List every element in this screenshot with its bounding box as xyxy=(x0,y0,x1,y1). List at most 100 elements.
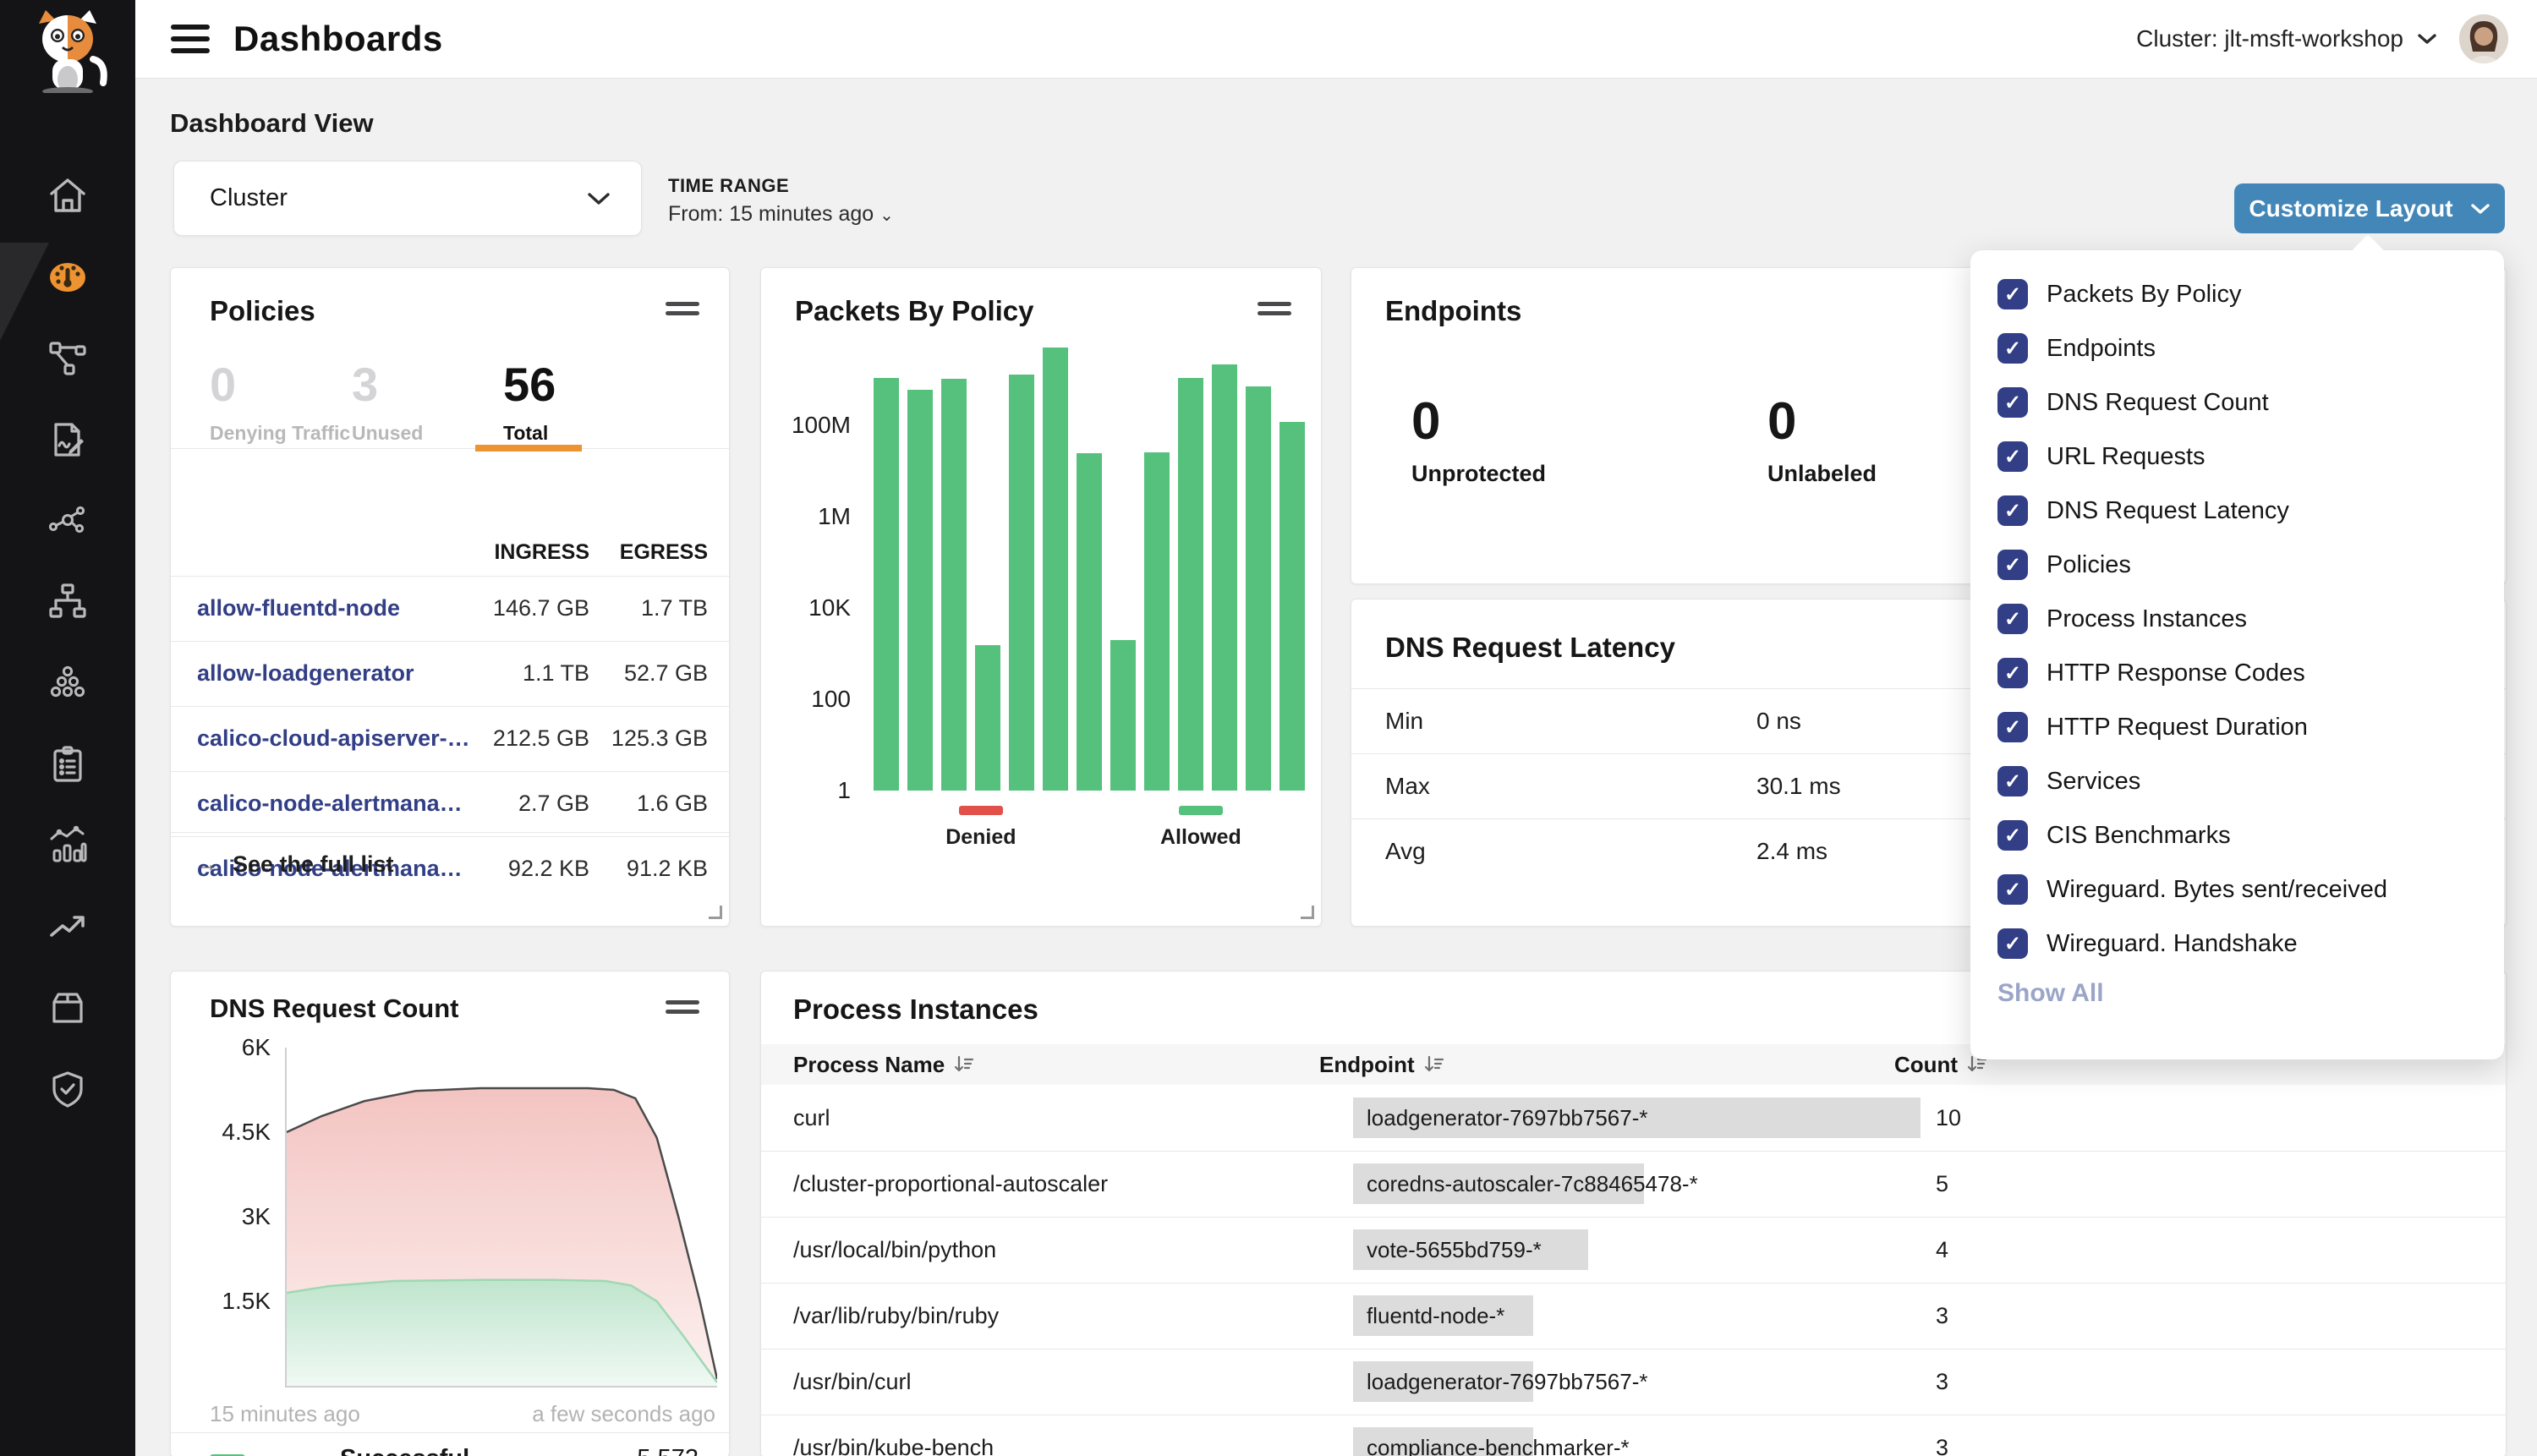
policies-stats: 0Denying Traffic3Unused 56Total xyxy=(171,359,729,540)
bar[interactable] xyxy=(1043,348,1068,791)
dropdown-item-label: HTTP Response Codes xyxy=(2047,660,2305,687)
checkbox-checked-icon[interactable]: ✓ xyxy=(1997,441,2028,472)
dropdown-item[interactable]: ✓ DNS Request Latency xyxy=(1970,484,2504,538)
dropdown-item[interactable]: ✓ Wireguard. Handshake xyxy=(1970,917,2504,971)
dropdown-item[interactable]: ✓ Packets By Policy xyxy=(1970,267,2504,321)
policies-stat[interactable]: 56Total xyxy=(503,359,556,445)
endpoints-cluster-icon xyxy=(47,663,88,703)
dropdown-item[interactable]: ✓ Endpoints xyxy=(1970,321,2504,375)
menu-toggle-button[interactable] xyxy=(171,25,210,53)
sidebar-item-trends[interactable] xyxy=(0,886,135,967)
user-avatar[interactable] xyxy=(2459,14,2508,63)
dropdown-item[interactable]: ✓ HTTP Response Codes xyxy=(1970,646,2504,700)
checkbox-checked-icon[interactable]: ✓ xyxy=(1997,766,2028,796)
dropdown-item[interactable]: ✓ Policies xyxy=(1970,538,2504,592)
y-axis-tick: 6K xyxy=(242,1036,271,1059)
sidebar-item-policies[interactable] xyxy=(0,399,135,480)
checkbox-checked-icon[interactable]: ✓ xyxy=(1997,333,2028,364)
dashboards-gauge-icon xyxy=(47,257,88,298)
policies-card-title: Policies xyxy=(210,295,315,327)
checkbox-checked-icon[interactable]: ✓ xyxy=(1997,279,2028,309)
customize-layout-button[interactable]: Customize Layout xyxy=(2234,183,2505,233)
top-bar: Dashboards Cluster: jlt-msft-workshop xyxy=(135,0,2537,79)
bar[interactable] xyxy=(874,378,899,791)
policies-stat[interactable]: 3Unused xyxy=(352,359,423,445)
dropdown-item[interactable]: ✓ Services xyxy=(1970,754,2504,808)
bar[interactable] xyxy=(975,645,1000,791)
policy-name-link[interactable]: calico-node-alertmana… xyxy=(197,791,463,817)
calico-cat-logo xyxy=(19,8,117,93)
bar[interactable] xyxy=(1077,453,1102,791)
legend-label: Denied xyxy=(945,825,1016,850)
bar[interactable] xyxy=(907,390,933,791)
card-drag-handle-icon[interactable] xyxy=(666,1000,699,1014)
checkbox-checked-icon[interactable]: ✓ xyxy=(1997,550,2028,580)
y-axis-tick: 4.5K xyxy=(222,1120,271,1144)
dropdown-item-label: HTTP Request Duration xyxy=(2047,714,2308,742)
sidebar-item-network-sets[interactable] xyxy=(0,561,135,643)
card-drag-handle-icon[interactable] xyxy=(1258,302,1291,315)
policy-name-link[interactable]: allow-fluentd-node xyxy=(197,595,400,621)
cluster-selector[interactable]: Cluster: jlt-msft-workshop xyxy=(2136,25,2437,52)
bar[interactable] xyxy=(1279,422,1305,791)
sidebar-item-dashboards[interactable] xyxy=(0,237,135,318)
dropdown-item[interactable]: ✓ DNS Request Count xyxy=(1970,375,2504,430)
sort-icon xyxy=(953,1054,975,1076)
sidebar-item-home[interactable] xyxy=(0,156,135,237)
card-resize-handle[interactable] xyxy=(709,906,722,919)
time-range-value[interactable]: From: 15 minutes ago ⌄ xyxy=(668,202,894,227)
sidebar-item-packages[interactable] xyxy=(0,967,135,1048)
sidebar-item-service-graph[interactable] xyxy=(0,480,135,561)
checkbox-checked-icon[interactable]: ✓ xyxy=(1997,874,2028,905)
sidebar-nav xyxy=(0,0,135,1456)
policy-ingress-value: 212.5 GB xyxy=(493,725,589,752)
bar[interactable] xyxy=(1144,452,1170,791)
card-resize-handle[interactable] xyxy=(1301,906,1314,919)
policy-name-link[interactable]: calico-cloud-apiserver-… xyxy=(197,725,470,752)
checkbox-checked-icon[interactable]: ✓ xyxy=(1997,928,2028,959)
dropdown-item[interactable]: ✓ Wireguard. Bytes sent/received xyxy=(1970,862,2504,917)
dashboard-view-select[interactable]: Cluster xyxy=(173,161,642,236)
chevron-down-icon xyxy=(587,192,611,205)
sidebar-item-security[interactable] xyxy=(0,1048,135,1130)
see-full-list-link[interactable]: →See the full list xyxy=(197,851,394,878)
dropdown-item[interactable]: ✓ Process Instances xyxy=(1970,592,2504,646)
dropdown-item[interactable]: ✓ CIS Benchmarks xyxy=(1970,808,2504,862)
customize-layout-dropdown: ✓ Packets By Policy ✓ Endpoints ✓ DNS Re… xyxy=(1970,250,2504,1059)
endpoint-column-header[interactable]: Endpoint xyxy=(1319,1052,1894,1078)
checkbox-checked-icon[interactable]: ✓ xyxy=(1997,387,2028,418)
dns-count-y-axis: 6K4.5K3K1.5K xyxy=(205,972,271,1456)
dropdown-item-label: CIS Benchmarks xyxy=(2047,822,2231,850)
policies-footer: →See the full list xyxy=(171,832,729,898)
endpoint-chip: compliance-benchmarker-* xyxy=(1353,1427,1533,1456)
checkbox-checked-icon[interactable]: ✓ xyxy=(1997,604,2028,634)
checkbox-checked-icon[interactable]: ✓ xyxy=(1997,658,2028,688)
checkbox-checked-icon[interactable]: ✓ xyxy=(1997,495,2028,526)
sidebar-item-network-flow[interactable] xyxy=(0,318,135,399)
dropdown-item[interactable]: ✓ HTTP Request Duration xyxy=(1970,700,2504,754)
show-all-link[interactable]: Show All xyxy=(1997,979,2104,1008)
bar[interactable] xyxy=(1178,378,1203,791)
arrow-right-icon: → xyxy=(197,853,217,877)
bar[interactable] xyxy=(1009,375,1034,791)
bar[interactable] xyxy=(1212,364,1237,791)
process-name-column-header[interactable]: Process Name xyxy=(793,1052,1319,1078)
ingress-column-header: INGRESS xyxy=(494,540,589,576)
y-axis-tick: 10K xyxy=(808,596,851,620)
card-drag-handle-icon[interactable] xyxy=(666,302,699,315)
y-axis-tick: 3K xyxy=(242,1205,271,1229)
checkbox-checked-icon[interactable]: ✓ xyxy=(1997,712,2028,742)
checkbox-checked-icon[interactable]: ✓ xyxy=(1997,820,2028,851)
bar[interactable] xyxy=(1246,386,1271,791)
network-flow-icon xyxy=(47,338,88,379)
sidebar-item-endpoints[interactable] xyxy=(0,643,135,724)
policy-ingress-value: 1.1 TB xyxy=(523,660,589,687)
packets-bar-chart xyxy=(874,331,1313,791)
policy-name-link[interactable]: allow-loadgenerator xyxy=(197,660,414,687)
sidebar-item-activity[interactable] xyxy=(0,805,135,886)
bar[interactable] xyxy=(1110,640,1136,791)
dropdown-item[interactable]: ✓ URL Requests xyxy=(1970,430,2504,484)
bar[interactable] xyxy=(941,379,967,791)
sidebar-item-compliance[interactable] xyxy=(0,724,135,805)
policies-stat[interactable]: 0Denying Traffic xyxy=(210,359,350,445)
